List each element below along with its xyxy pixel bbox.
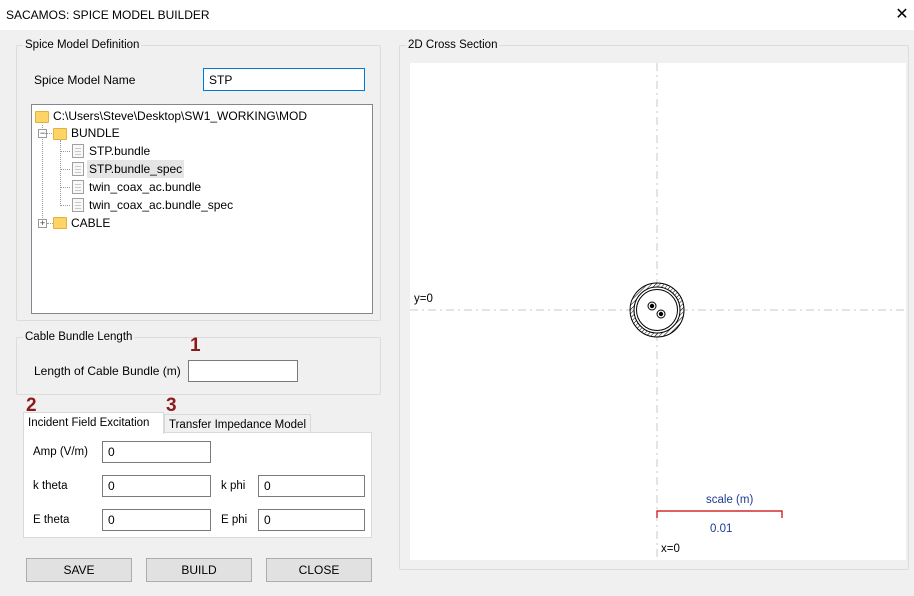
amp-input[interactable] <box>102 441 211 463</box>
tree-file[interactable]: STP.bundle <box>89 142 150 160</box>
cable-bundle-length-legend: Cable Bundle Length <box>25 331 133 343</box>
tree-line <box>60 205 70 206</box>
k-phi-label: k phi <box>221 480 246 492</box>
file-icon <box>72 180 84 194</box>
cable-length-label: Length of Cable Bundle (m) <box>34 364 181 378</box>
tree-folder-cable[interactable]: CABLE <box>71 214 110 232</box>
close-button[interactable]: CLOSE <box>266 558 372 582</box>
e-theta-input[interactable] <box>102 509 211 531</box>
scale-value: 0.01 <box>710 523 733 535</box>
file-icon <box>72 198 84 212</box>
tree-line <box>42 133 52 134</box>
folder-icon <box>53 128 67 140</box>
conductor-1-core <box>649 303 655 309</box>
title-bar: SACAMOS: SPICE MODEL BUILDER ✕ <box>0 0 914 30</box>
folder-icon <box>53 217 67 229</box>
cable-length-input[interactable] <box>188 360 298 382</box>
tree-file[interactable]: twin_coax_ac.bundle <box>89 178 201 196</box>
cross-section-canvas[interactable]: y=0 x=0 scale (m) 0.01 <box>410 63 906 560</box>
cross-section-legend: 2D Cross Section <box>408 39 498 51</box>
e-theta-label: E theta <box>33 514 70 526</box>
tree-file-selected[interactable]: STP.bundle_spec <box>87 160 185 178</box>
k-theta-label: k theta <box>33 480 68 492</box>
tree-line <box>60 140 61 206</box>
tree-line <box>60 187 70 188</box>
e-phi-label: E phi <box>221 514 248 526</box>
cross-section-drawing <box>410 63 906 560</box>
folder-icon <box>35 111 49 123</box>
k-phi-input[interactable] <box>258 475 365 497</box>
spice-model-name-input[interactable] <box>203 68 365 91</box>
amp-label: Amp (V/m) <box>33 446 88 458</box>
window-title: SACAMOS: SPICE MODEL BUILDER <box>6 8 210 22</box>
close-icon[interactable]: ✕ <box>892 5 912 25</box>
tree-folder-bundle[interactable]: BUNDLE <box>71 124 120 142</box>
y-axis-label: y=0 <box>414 293 433 305</box>
e-phi-input[interactable] <box>258 509 365 531</box>
spice-model-name-label: Spice Model Name <box>34 73 136 87</box>
file-tree[interactable]: C:\Users\Steve\Desktop\SW1_WORKING\MOD −… <box>31 104 373 314</box>
k-theta-input[interactable] <box>102 475 211 497</box>
callout-1: 1 <box>190 335 201 356</box>
x-axis-label: x=0 <box>661 543 680 555</box>
spice-model-definition-legend: Spice Model Definition <box>25 39 140 51</box>
build-button[interactable]: BUILD <box>146 558 252 582</box>
file-icon <box>72 162 84 176</box>
tree-line <box>60 151 70 152</box>
expand-icon[interactable]: + <box>38 219 47 228</box>
cable-shield-inner <box>633 286 681 334</box>
tree-file[interactable]: twin_coax_ac.bundle_spec <box>89 196 233 214</box>
scale-label: scale (m) <box>706 494 754 506</box>
tree-line <box>42 125 43 224</box>
tree-root-path[interactable]: C:\Users\Steve\Desktop\SW1_WORKING\MOD <box>53 107 307 125</box>
conductor-2-core <box>658 311 664 317</box>
tab-incident-field-excitation[interactable]: Incident Field Excitation <box>23 412 164 434</box>
save-button[interactable]: SAVE <box>26 558 132 582</box>
file-icon <box>72 144 84 158</box>
tree-line <box>60 169 70 170</box>
scale-bar <box>656 510 783 518</box>
tab-transfer-impedance-model[interactable]: Transfer Impedance Model <box>164 414 311 434</box>
